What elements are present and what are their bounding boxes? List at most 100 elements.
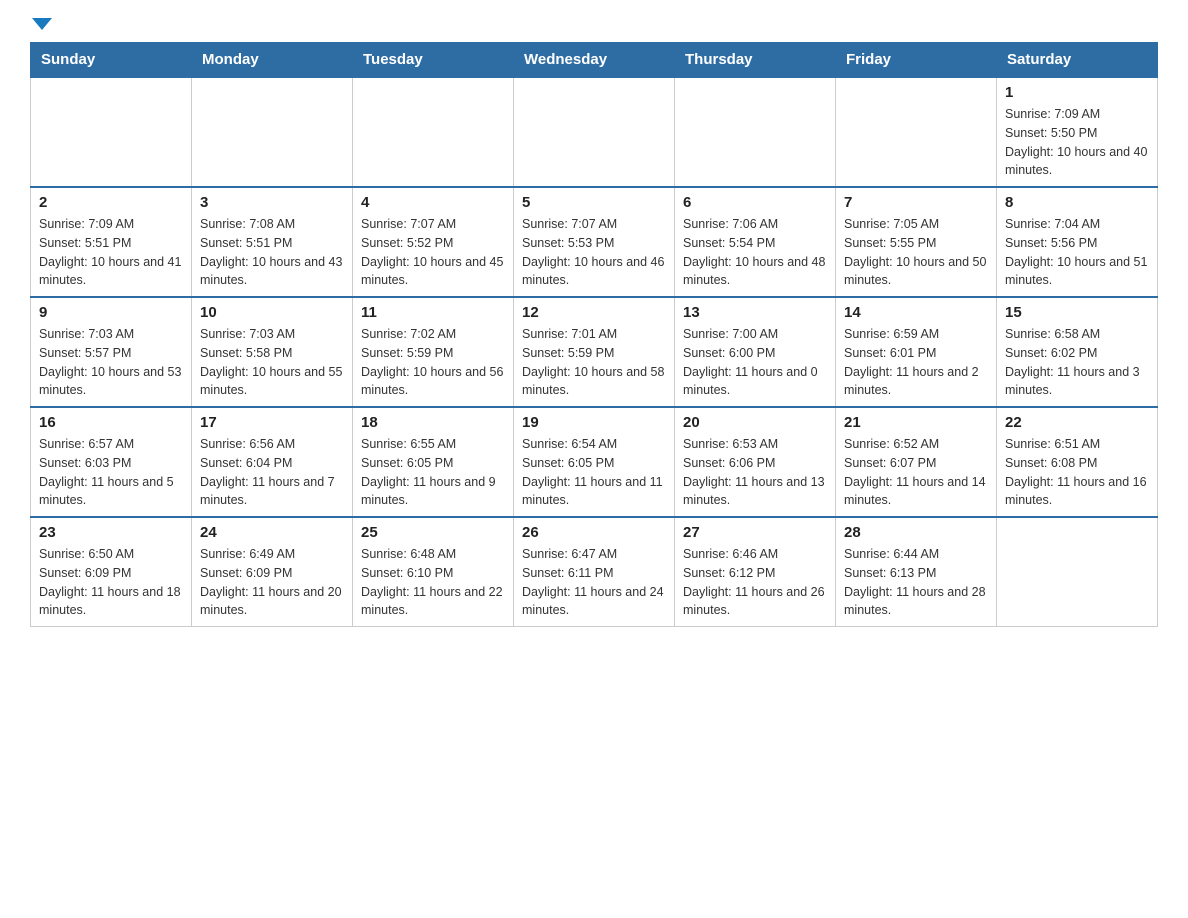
header-saturday: Saturday <box>997 43 1158 78</box>
day-cell: 7 Sunrise: 7:05 AMSunset: 5:55 PMDaylight… <box>836 187 997 297</box>
day-number: 4 <box>361 194 505 211</box>
day-info: Sunrise: 6:58 AMSunset: 6:02 PMDaylight:… <box>1005 325 1149 400</box>
day-info: Sunrise: 7:02 AMSunset: 5:59 PMDaylight:… <box>361 325 505 400</box>
day-number: 2 <box>39 194 183 211</box>
day-number: 12 <box>522 304 666 321</box>
day-number: 10 <box>200 304 344 321</box>
day-info: Sunrise: 7:09 AMSunset: 5:51 PMDaylight:… <box>39 215 183 290</box>
day-cell: 28 Sunrise: 6:44 AMSunset: 6:13 PMDayligh… <box>836 517 997 627</box>
day-info: Sunrise: 7:00 AMSunset: 6:00 PMDaylight:… <box>683 325 827 400</box>
week-row-0: 1 Sunrise: 7:09 AMSunset: 5:50 PMDaylight… <box>31 77 1158 187</box>
day-info: Sunrise: 7:07 AMSunset: 5:53 PMDaylight:… <box>522 215 666 290</box>
day-number: 8 <box>1005 194 1149 211</box>
day-info: Sunrise: 7:06 AMSunset: 5:54 PMDaylight:… <box>683 215 827 290</box>
calendar-body: 1 Sunrise: 7:09 AMSunset: 5:50 PMDaylight… <box>31 77 1158 627</box>
day-number: 21 <box>844 414 988 431</box>
day-cell: 19 Sunrise: 6:54 AMSunset: 6:05 PMDayligh… <box>514 407 675 517</box>
day-info: Sunrise: 6:51 AMSunset: 6:08 PMDaylight:… <box>1005 435 1149 510</box>
day-number: 22 <box>1005 414 1149 431</box>
header-friday: Friday <box>836 43 997 78</box>
day-cell: 11 Sunrise: 7:02 AMSunset: 5:59 PMDayligh… <box>353 297 514 407</box>
day-info: Sunrise: 6:57 AMSunset: 6:03 PMDaylight:… <box>39 435 183 510</box>
day-number: 27 <box>683 524 827 541</box>
day-cell: 9 Sunrise: 7:03 AMSunset: 5:57 PMDaylight… <box>31 297 192 407</box>
header-thursday: Thursday <box>675 43 836 78</box>
day-cell: 14 Sunrise: 6:59 AMSunset: 6:01 PMDayligh… <box>836 297 997 407</box>
day-info: Sunrise: 6:59 AMSunset: 6:01 PMDaylight:… <box>844 325 988 400</box>
logo <box>30 20 52 32</box>
day-cell: 4 Sunrise: 7:07 AMSunset: 5:52 PMDaylight… <box>353 187 514 297</box>
header-monday: Monday <box>192 43 353 78</box>
day-cell: 18 Sunrise: 6:55 AMSunset: 6:05 PMDayligh… <box>353 407 514 517</box>
day-info: Sunrise: 7:03 AMSunset: 5:57 PMDaylight:… <box>39 325 183 400</box>
day-info: Sunrise: 6:55 AMSunset: 6:05 PMDaylight:… <box>361 435 505 510</box>
day-cell: 20Sunrise: 6:53 AMSunset: 6:06 PMDayligh… <box>675 407 836 517</box>
logo-triangle-icon <box>32 18 52 30</box>
day-cell <box>675 77 836 187</box>
day-number: 7 <box>844 194 988 211</box>
day-cell <box>192 77 353 187</box>
header-wednesday: Wednesday <box>514 43 675 78</box>
week-row-1: 2 Sunrise: 7:09 AMSunset: 5:51 PMDaylight… <box>31 187 1158 297</box>
day-info: Sunrise: 6:56 AMSunset: 6:04 PMDaylight:… <box>200 435 344 510</box>
day-info: Sunrise: 6:53 AMSunset: 6:06 PMDaylight:… <box>683 435 827 510</box>
calendar-header: SundayMondayTuesdayWednesdayThursdayFrid… <box>31 43 1158 78</box>
day-number: 19 <box>522 414 666 431</box>
day-info: Sunrise: 7:01 AMSunset: 5:59 PMDaylight:… <box>522 325 666 400</box>
day-cell: 10 Sunrise: 7:03 AMSunset: 5:58 PMDayligh… <box>192 297 353 407</box>
day-number: 26 <box>522 524 666 541</box>
day-info: Sunrise: 6:48 AMSunset: 6:10 PMDaylight:… <box>361 545 505 620</box>
week-row-3: 16Sunrise: 6:57 AMSunset: 6:03 PMDayligh… <box>31 407 1158 517</box>
day-number: 13 <box>683 304 827 321</box>
week-row-2: 9 Sunrise: 7:03 AMSunset: 5:57 PMDaylight… <box>31 297 1158 407</box>
header-tuesday: Tuesday <box>353 43 514 78</box>
day-cell: 5 Sunrise: 7:07 AMSunset: 5:53 PMDaylight… <box>514 187 675 297</box>
day-info: Sunrise: 7:09 AMSunset: 5:50 PMDaylight:… <box>1005 105 1149 180</box>
day-number: 3 <box>200 194 344 211</box>
day-info: Sunrise: 7:04 AMSunset: 5:56 PMDaylight:… <box>1005 215 1149 290</box>
day-info: Sunrise: 7:07 AMSunset: 5:52 PMDaylight:… <box>361 215 505 290</box>
day-cell: 12 Sunrise: 7:01 AMSunset: 5:59 PMDayligh… <box>514 297 675 407</box>
day-number: 1 <box>1005 84 1149 101</box>
day-info: Sunrise: 7:03 AMSunset: 5:58 PMDaylight:… <box>200 325 344 400</box>
day-number: 24 <box>200 524 344 541</box>
page-header <box>30 20 1158 32</box>
day-cell: 1 Sunrise: 7:09 AMSunset: 5:50 PMDaylight… <box>997 77 1158 187</box>
day-cell <box>514 77 675 187</box>
day-number: 11 <box>361 304 505 321</box>
header-row: SundayMondayTuesdayWednesdayThursdayFrid… <box>31 43 1158 78</box>
day-number: 14 <box>844 304 988 321</box>
day-number: 17 <box>200 414 344 431</box>
day-cell: 13 Sunrise: 7:00 AMSunset: 6:00 PMDayligh… <box>675 297 836 407</box>
day-cell: 16Sunrise: 6:57 AMSunset: 6:03 PMDayligh… <box>31 407 192 517</box>
day-number: 9 <box>39 304 183 321</box>
day-info: Sunrise: 6:50 AMSunset: 6:09 PMDaylight:… <box>39 545 183 620</box>
day-number: 28 <box>844 524 988 541</box>
header-sunday: Sunday <box>31 43 192 78</box>
day-cell: 17 Sunrise: 6:56 AMSunset: 6:04 PMDayligh… <box>192 407 353 517</box>
day-cell: 21Sunrise: 6:52 AMSunset: 6:07 PMDayligh… <box>836 407 997 517</box>
day-number: 25 <box>361 524 505 541</box>
day-number: 18 <box>361 414 505 431</box>
day-cell: 6 Sunrise: 7:06 AMSunset: 5:54 PMDaylight… <box>675 187 836 297</box>
day-cell: 15 Sunrise: 6:58 AMSunset: 6:02 PMDayligh… <box>997 297 1158 407</box>
day-number: 15 <box>1005 304 1149 321</box>
calendar-table: SundayMondayTuesdayWednesdayThursdayFrid… <box>30 42 1158 627</box>
day-number: 5 <box>522 194 666 211</box>
day-info: Sunrise: 6:46 AMSunset: 6:12 PMDaylight:… <box>683 545 827 620</box>
day-cell <box>31 77 192 187</box>
day-cell: 23 Sunrise: 6:50 AMSunset: 6:09 PMDayligh… <box>31 517 192 627</box>
day-info: Sunrise: 7:05 AMSunset: 5:55 PMDaylight:… <box>844 215 988 290</box>
week-row-4: 23 Sunrise: 6:50 AMSunset: 6:09 PMDayligh… <box>31 517 1158 627</box>
day-info: Sunrise: 6:44 AMSunset: 6:13 PMDaylight:… <box>844 545 988 620</box>
day-number: 6 <box>683 194 827 211</box>
day-cell: 24 Sunrise: 6:49 AMSunset: 6:09 PMDayligh… <box>192 517 353 627</box>
day-info: Sunrise: 7:08 AMSunset: 5:51 PMDaylight:… <box>200 215 344 290</box>
day-cell: 8 Sunrise: 7:04 AMSunset: 5:56 PMDaylight… <box>997 187 1158 297</box>
day-cell: 22 Sunrise: 6:51 AMSunset: 6:08 PMDayligh… <box>997 407 1158 517</box>
day-info: Sunrise: 6:54 AMSunset: 6:05 PMDaylight:… <box>522 435 666 510</box>
day-info: Sunrise: 6:47 AMSunset: 6:11 PMDaylight:… <box>522 545 666 620</box>
day-number: 23 <box>39 524 183 541</box>
day-info: Sunrise: 6:49 AMSunset: 6:09 PMDaylight:… <box>200 545 344 620</box>
day-cell <box>997 517 1158 627</box>
